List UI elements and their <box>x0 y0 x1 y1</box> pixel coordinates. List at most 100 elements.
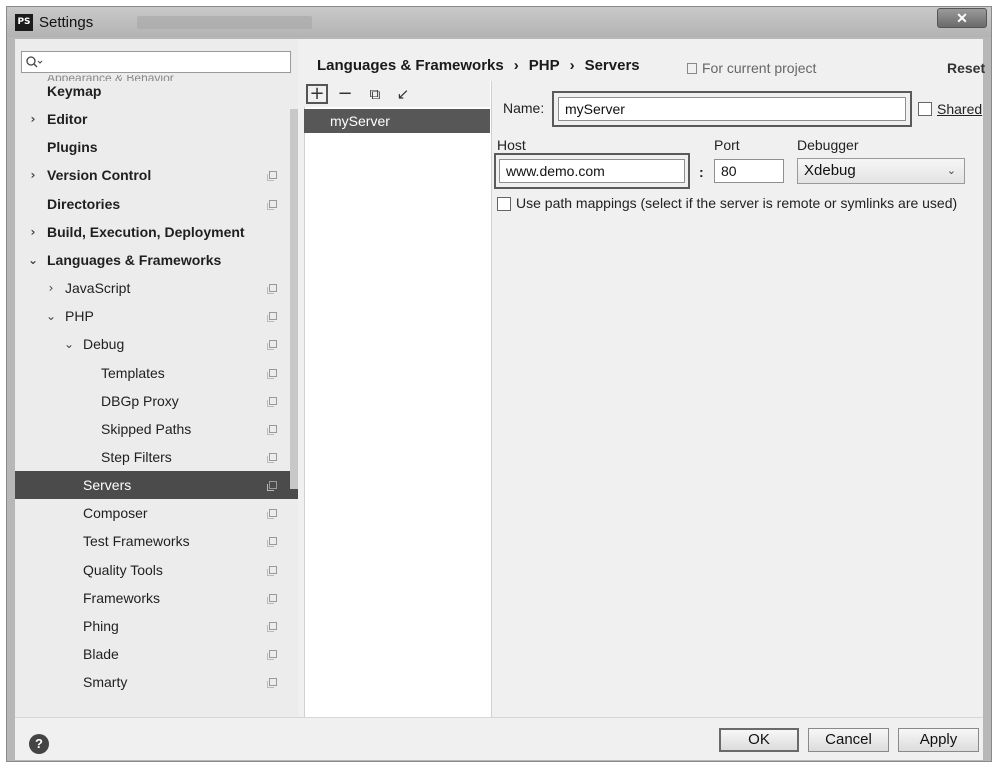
title-bar[interactable]: PS Settings ✕ <box>7 7 991 37</box>
cancel-button[interactable]: Cancel <box>808 728 889 752</box>
settings-window: PS Settings ✕ Appearance & Behavior Keym… <box>6 6 992 762</box>
dialog-content: Appearance & Behavior Keymap›EditorPlugi… <box>15 39 985 760</box>
search-icon <box>26 56 43 68</box>
help-icon[interactable]: ? <box>29 734 49 754</box>
tree-item-debug[interactable]: ⌄ Debug <box>15 330 285 358</box>
tree-item-label: Templates <box>101 364 165 381</box>
chevron-down-icon[interactable]: ⌄ <box>27 246 39 274</box>
chevron-right-icon[interactable]: › <box>45 274 57 302</box>
tree-item-build-execution-deployment[interactable]: › Build, Execution, Deployment <box>15 218 285 246</box>
tree-item-plugins[interactable]: Plugins <box>15 133 285 161</box>
chevron-down-icon: ⌄ <box>946 164 956 177</box>
apply-button[interactable]: Apply <box>898 728 979 752</box>
ok-button[interactable]: OK <box>719 728 799 752</box>
tree-item-label: Test Frameworks <box>83 533 190 550</box>
remove-server-button[interactable]: − <box>334 84 356 104</box>
tree-item-label: Directories <box>47 195 121 212</box>
host-input[interactable]: www.demo.com <box>499 159 685 183</box>
chevron-right-icon[interactable]: › <box>27 105 39 133</box>
tree-item-composer[interactable]: Composer <box>15 499 285 527</box>
project-scope-icon <box>267 452 277 463</box>
server-name-input[interactable]: myServer <box>558 97 906 121</box>
server-list-item[interactable]: myServer <box>304 109 490 133</box>
import-server-button[interactable]: ↙ <box>392 84 414 104</box>
tree-item-label: DBGp Proxy <box>101 392 179 409</box>
tree-item-javascript[interactable]: › JavaScript <box>15 274 285 302</box>
tree-item-label: Skipped Paths <box>101 420 192 437</box>
settings-search-input[interactable] <box>21 51 291 73</box>
project-scope-icon <box>267 621 277 632</box>
port-input[interactable]: 80 <box>714 159 784 183</box>
tree-item-php[interactable]: ⌄ PHP <box>15 302 285 330</box>
tree-item-label: Quality Tools <box>83 561 163 578</box>
tree-item-label: Plugins <box>47 139 98 156</box>
tree-item-label: Composer <box>83 505 148 522</box>
debugger-select[interactable]: Xdebug ⌄ <box>797 158 965 184</box>
project-scope-icon <box>267 537 277 548</box>
tree-item-servers[interactable]: Servers <box>15 471 298 500</box>
tree-item-test-frameworks[interactable]: Test Frameworks <box>15 527 285 555</box>
tree-item-editor[interactable]: › Editor <box>15 105 285 133</box>
add-server-button[interactable]: + <box>306 84 328 104</box>
project-scope-icon <box>267 650 277 660</box>
breadcrumb-item: Languages & Frameworks <box>317 57 504 74</box>
tree-item-phing[interactable]: Phing <box>15 612 285 640</box>
breadcrumb-item: PHP <box>528 57 560 74</box>
breadcrumb: Languages & Frameworks › PHP › Servers <box>317 57 640 74</box>
tree-item-keymap[interactable]: Keymap <box>15 77 285 105</box>
project-scope-icon <box>267 509 277 520</box>
tree-item-templates[interactable]: Templates <box>15 359 285 387</box>
project-scope-icon <box>267 340 277 351</box>
chevron-right-icon[interactable]: › <box>27 218 39 246</box>
shared-checkbox[interactable] <box>918 102 932 116</box>
tree-item-quality-tools[interactable]: Quality Tools <box>15 556 285 584</box>
name-label: Name: <box>503 100 545 116</box>
settings-tree-panel: Appearance & Behavior Keymap›EditorPlugi… <box>15 39 298 717</box>
chevron-down-icon[interactable]: ⌄ <box>45 302 57 330</box>
chevron-down-icon[interactable]: ⌄ <box>63 330 75 358</box>
breadcrumb-item: Servers <box>584 57 640 74</box>
tree-item-frameworks[interactable]: Frameworks <box>15 584 285 612</box>
tree-item-label: Debug <box>83 336 125 353</box>
project-scope-icon <box>267 593 277 604</box>
tree-item-label: Editor <box>47 111 88 128</box>
for-current-project-note: For current project <box>687 60 816 76</box>
tree-item-label: Phing <box>83 617 119 634</box>
tree-scrollbar[interactable] <box>290 109 298 489</box>
shared-label: Shared <box>937 101 983 117</box>
tree-item-smarty[interactable]: Smarty <box>15 668 285 696</box>
tree-item-blade[interactable]: Blade <box>15 640 285 668</box>
copy-server-button[interactable]: ⧉ <box>364 84 386 104</box>
project-scope-icon <box>267 171 277 182</box>
tree-item-dbgp-proxy[interactable]: DBGp Proxy <box>15 387 285 415</box>
use-path-mappings-checkbox[interactable] <box>497 197 511 211</box>
tree-item-languages-frameworks[interactable]: ⌄ Languages & Frameworks <box>15 246 285 274</box>
window-title: Settings <box>39 14 94 31</box>
tree-item-directories[interactable]: Directories <box>15 190 285 218</box>
tree-item-step-filters[interactable]: Step Filters <box>15 443 285 471</box>
project-scope-icon <box>267 396 277 407</box>
dialog-button-bar: ? OK Cancel Apply <box>15 717 983 760</box>
reset-link[interactable]: Reset <box>947 60 985 76</box>
debugger-label: Debugger <box>797 137 859 153</box>
host-label: Host <box>497 137 526 153</box>
project-scope-icon <box>267 368 277 379</box>
servers-list <box>304 81 492 717</box>
settings-tree: Keymap › Editor Plugins › Version Control Dire… <box>15 75 298 717</box>
chevron-right-icon[interactable]: › <box>27 161 39 189</box>
project-scope-icon <box>267 678 277 689</box>
project-scope-icon <box>267 424 277 435</box>
tree-item-label: Smarty <box>83 674 128 691</box>
tree-item-label: Step Filters <box>101 448 172 465</box>
port-label: Port <box>714 137 740 153</box>
tree-item-label: Languages & Frameworks <box>47 251 222 268</box>
tree-item-skipped-paths[interactable]: Skipped Paths <box>15 415 285 443</box>
tree-item-label: Blade <box>83 646 119 662</box>
close-window-button[interactable]: ✕ <box>937 8 987 28</box>
phpstorm-app-icon: PS <box>15 14 33 31</box>
use-path-mappings-label: Use path mappings (select if the server … <box>516 195 958 211</box>
breadcrumb-separator: › <box>569 57 575 74</box>
tree-item-label: PHP <box>65 308 94 325</box>
project-scope-icon <box>267 481 277 492</box>
tree-item-version-control[interactable]: › Version Control <box>15 161 285 189</box>
